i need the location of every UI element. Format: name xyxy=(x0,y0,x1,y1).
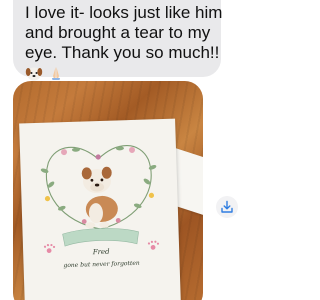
emoji-row xyxy=(25,64,221,82)
message-line-3: eye. Thank you so much!! xyxy=(25,43,220,62)
download-icon[interactable] xyxy=(216,196,238,218)
message-line-2: and brought a tear to my xyxy=(25,23,211,42)
download-glyph xyxy=(221,200,233,213)
name-ribbon xyxy=(62,228,139,247)
folded-hands-emoji-icon xyxy=(47,64,65,82)
dog-face-emoji-icon xyxy=(25,64,43,82)
received-message-bubble[interactable]: I love it- looks just like him and broug… xyxy=(13,0,223,81)
message-line-1: I love it- looks just like him xyxy=(25,3,223,22)
bulldog-illustration xyxy=(81,166,118,229)
photo-attachment[interactable]: Fred gone but never forgotten xyxy=(13,81,203,300)
card-artwork xyxy=(40,145,160,254)
memorial-card: Fred gone but never forgotten xyxy=(19,118,181,300)
